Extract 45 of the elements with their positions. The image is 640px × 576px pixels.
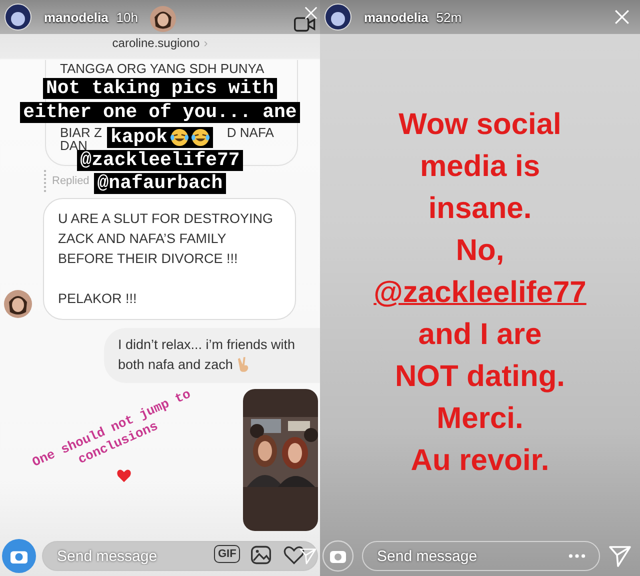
replied-label: Replied <box>52 175 90 187</box>
send-icon[interactable] <box>299 547 317 565</box>
thread-username[interactable]: caroline.sugiono <box>112 36 200 50</box>
post-time: 10h <box>116 10 138 24</box>
more-icon[interactable] <box>568 553 586 559</box>
username[interactable]: manodelia <box>364 10 428 24</box>
camera-button[interactable] <box>2 539 36 573</box>
video-call-icon[interactable] <box>294 14 316 34</box>
gif-button[interactable]: GIF <box>214 545 240 563</box>
thread-line <box>44 170 46 192</box>
story-text: Au revoir. <box>410 443 550 479</box>
laughing-face-icon <box>170 128 188 147</box>
story-text: media is <box>420 149 540 185</box>
chevron-icon: › <box>204 36 208 50</box>
message-text: BIAR Z <box>60 125 102 141</box>
story-text: NOT dating. <box>395 359 565 395</box>
message-text: D NAFA <box>226 125 274 142</box>
story-text: insane. <box>428 191 532 227</box>
message-text: PELAKOR !!! <box>58 290 138 308</box>
message-text: TANGGA ORG YANG SDH PUNYA <box>60 61 264 78</box>
story-text: Wow social <box>398 107 562 143</box>
sticker-text: @zackleelife77 <box>77 150 243 171</box>
sticker-text: @nafaurbach <box>94 173 226 194</box>
message-text: U ARE A SLUT FOR DESTROYING ZACK AND NAFA’S FAMILY BEFORE THEIR DIVORCE !!! <box>58 210 274 268</box>
mention-link[interactable]: @zackleelife77 <box>374 272 586 314</box>
story-text: Merci. <box>436 401 524 437</box>
story-text: and I are <box>418 317 542 353</box>
sticker-text: Not taking pics with <box>42 78 278 99</box>
post-time: 52m <box>436 10 462 24</box>
camera-button[interactable] <box>322 540 354 572</box>
story-text: No, <box>456 233 504 269</box>
message-text: I didn’t relax... i’m friends with <box>118 336 296 354</box>
avatar-icon <box>150 6 176 32</box>
laughing-face-icon <box>190 128 210 147</box>
hand-icon <box>237 356 250 373</box>
close-icon[interactable] <box>304 6 318 20</box>
heart-icon[interactable] <box>283 545 305 565</box>
sticker-text: either one of you... ane <box>20 102 300 123</box>
sticker-text: kapok <box>107 127 212 148</box>
avatar-icon <box>4 3 32 31</box>
gallery-icon[interactable] <box>250 544 272 566</box>
message-text: both nafa and zach <box>118 356 233 374</box>
username[interactable]: manodelia <box>44 10 108 24</box>
avatar-icon <box>324 3 352 31</box>
avatar-icon <box>4 290 32 318</box>
